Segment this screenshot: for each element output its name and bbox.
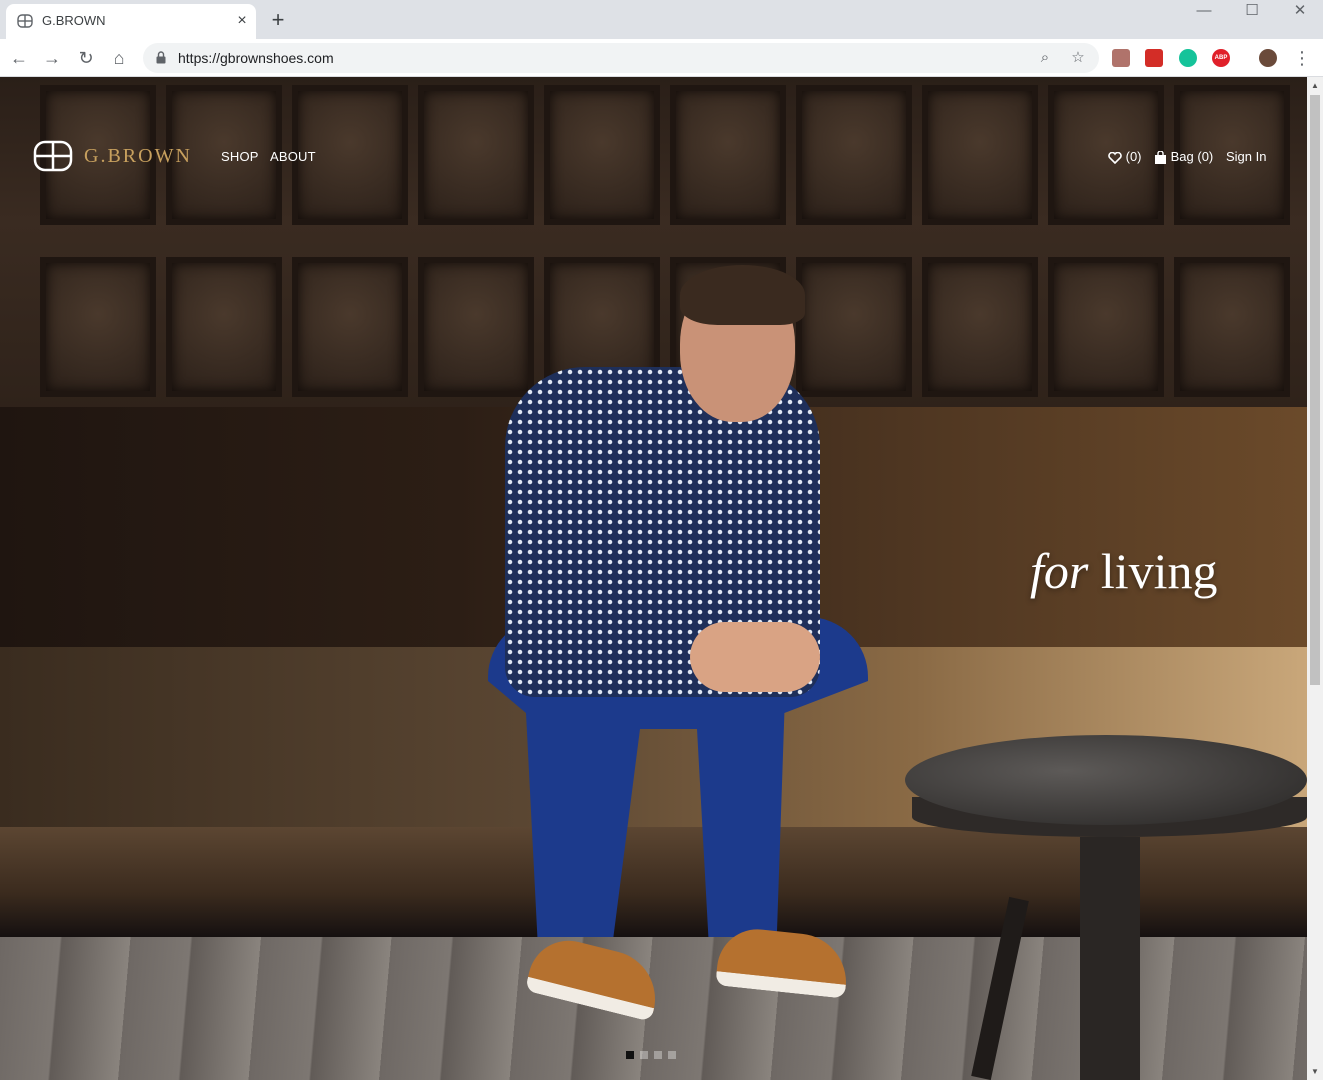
tab-title: G.BROWN — [42, 13, 106, 28]
model-hands — [690, 622, 820, 692]
tab-strip: G.BROWN × + — ☐ ✕ — [0, 0, 1323, 39]
heart-icon — [1108, 151, 1122, 164]
table-pedestal — [1080, 837, 1140, 1080]
nav-about[interactable]: ABOUT — [270, 149, 316, 164]
page-scrollbar[interactable]: ▲ ▼ — [1307, 77, 1323, 1080]
pdf-extension-icon[interactable] — [1112, 49, 1130, 67]
model-hair — [680, 265, 805, 325]
tagline-rest: living — [1100, 543, 1218, 599]
maximize-button[interactable]: ☐ — [1229, 0, 1275, 28]
bookmark-star-icon[interactable]: ☆ — [1068, 48, 1088, 68]
brand-logo-text[interactable]: G.BROWN — [84, 145, 192, 168]
lock-icon — [156, 51, 166, 64]
lastpass-extension-icon[interactable] — [1145, 49, 1163, 67]
url-text[interactable]: https://gbrownshoes.com — [178, 50, 334, 66]
home-button[interactable]: ⌂ — [106, 45, 132, 71]
scroll-down-arrow-icon[interactable]: ▼ — [1311, 1067, 1319, 1076]
site-header: G.BROWN SHOP ABOUT (0) Bag (0) Sign In — [0, 77, 1307, 237]
nav-shop[interactable]: SHOP — [221, 149, 259, 164]
scroll-up-arrow-icon[interactable]: ▲ — [1311, 81, 1319, 90]
wishlist-count: (0) — [1125, 149, 1142, 164]
zoom-icon[interactable]: ⌕ — [1035, 48, 1055, 68]
gbrown-logo-icon — [17, 14, 33, 28]
slide-dot-2[interactable] — [640, 1051, 648, 1059]
browser-menu-icon[interactable]: ⋮ — [1292, 47, 1312, 69]
slide-dot-3[interactable] — [654, 1051, 662, 1059]
tagline-italic: for — [1030, 543, 1089, 599]
scrollbar-thumb[interactable] — [1310, 95, 1320, 685]
close-window-button[interactable]: ✕ — [1277, 0, 1323, 28]
new-tab-button[interactable]: + — [266, 8, 290, 32]
back-button[interactable]: ← — [6, 45, 32, 71]
adblock-plus-extension-icon[interactable]: ABP — [1212, 49, 1230, 67]
address-bar[interactable]: https://gbrownshoes.com ⌕ ☆ — [143, 43, 1099, 73]
slide-dot-1[interactable] — [626, 1051, 634, 1059]
grammarly-extension-icon[interactable] — [1179, 49, 1197, 67]
shopping-bag-icon — [1155, 151, 1166, 165]
gbrown-logo-icon[interactable] — [33, 140, 73, 172]
slide-dot-4[interactable] — [668, 1051, 676, 1059]
browser-tab[interactable]: G.BROWN × — [6, 4, 256, 39]
bag-link[interactable]: Bag (0) — [1154, 149, 1214, 165]
bag-label: Bag (0) — [1170, 149, 1214, 164]
minimize-button[interactable]: — — [1181, 0, 1227, 28]
page-viewport: G.BROWN SHOP ABOUT (0) Bag (0) Sign In f… — [0, 77, 1307, 1080]
forward-button[interactable]: → — [39, 45, 65, 71]
profile-avatar-icon[interactable] — [1259, 49, 1277, 67]
side-table — [905, 735, 1307, 825]
sign-in-link[interactable]: Sign In — [1226, 149, 1266, 164]
tab-close-icon[interactable]: × — [232, 11, 252, 31]
reload-button[interactable]: ↻ — [73, 45, 99, 71]
wishlist-link[interactable]: (0) — [1108, 149, 1142, 164]
slider-pagination — [626, 1051, 676, 1059]
hero-tagline: for living — [1030, 542, 1218, 600]
